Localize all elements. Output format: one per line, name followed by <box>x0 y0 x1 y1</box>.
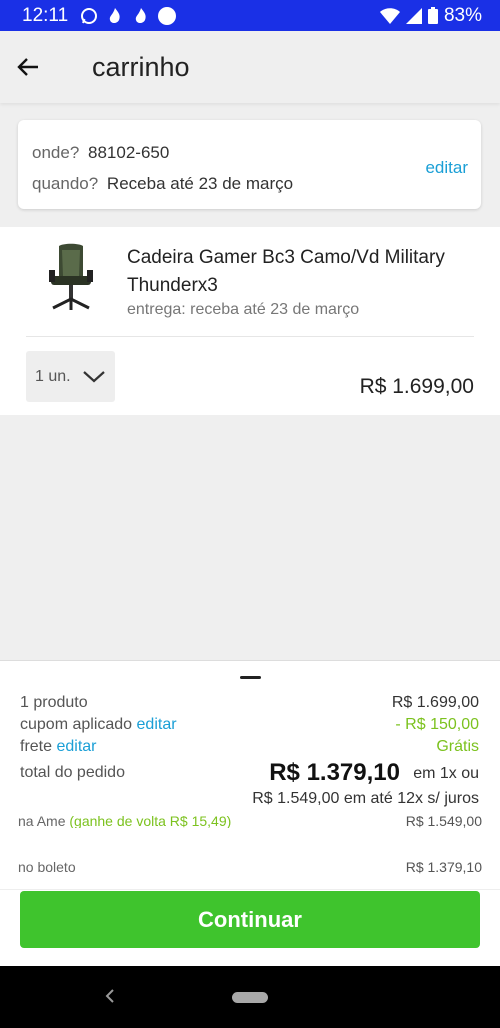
dot-icon <box>158 6 177 25</box>
boleto-value: R$ 1.379,10 <box>405 859 482 875</box>
page-title: carrinho <box>92 51 190 82</box>
chevron-down-icon <box>82 370 105 382</box>
continue-button[interactable]: Continuar <box>20 891 480 948</box>
shipping-row: frete editar <box>20 738 97 756</box>
where-label: onde? <box>32 143 80 162</box>
edit-shipping-link[interactable]: editar <box>56 738 96 755</box>
product-image[interactable] <box>45 242 97 314</box>
summary-divider <box>0 889 500 890</box>
shipping-label: frete <box>20 738 53 755</box>
shipping-value: Grátis <box>436 738 479 755</box>
product-name[interactable]: Cadeira Gamer Bc3 Camo/Vd Military Thund… <box>127 244 467 300</box>
system-nav-bar <box>0 966 500 1028</box>
when-label: quando? <box>32 174 99 193</box>
products-value: R$ 1.699,00 <box>391 694 479 711</box>
flame-icon-2 <box>135 7 146 23</box>
product-price: R$ 1.699,00 <box>359 375 474 398</box>
where-value: 88102-650 <box>88 143 170 162</box>
battery-percent: 83% <box>443 4 482 26</box>
products-count-label: 1 produto <box>20 694 88 711</box>
product-card: Cadeira Gamer Bc3 Camo/Vd Military Thund… <box>0 227 500 415</box>
total-label: total do pedido <box>20 764 125 781</box>
coupon-row: cupom aplicado editar <box>20 716 177 734</box>
order-summary-sheet: 1 produto R$ 1.699,00 cupom aplicado edi… <box>0 660 500 966</box>
nav-home-pill[interactable] <box>232 992 268 1003</box>
product-divider <box>26 336 474 337</box>
product-delivery: entrega: receba até 23 de março <box>127 301 360 318</box>
edit-coupon-link[interactable]: editar <box>137 716 177 733</box>
total-installments: em 1x ou <box>413 765 479 782</box>
status-bar: 12:11 83% <box>0 0 500 31</box>
ame-value: R$ 1.549,00 <box>405 814 482 828</box>
ame-payment-row: na Ame (ganhe de volta R$ 15,49) <box>18 814 231 828</box>
notification-icons <box>80 6 177 25</box>
delivery-when: quando? Receba até 23 de março <box>32 174 293 194</box>
coupon-label: cupom aplicado <box>20 716 133 733</box>
ame-label: na Ame <box>18 814 66 828</box>
whatsapp-icon <box>81 7 98 24</box>
delivery-where: onde? 88102-650 <box>32 143 169 163</box>
total-installment-plan: R$ 1.549,00 em até 12x s/ juros <box>252 790 479 807</box>
flame-icon <box>109 7 120 23</box>
delivery-card: onde? 88102-650 quando? Receba até 23 de… <box>18 120 481 209</box>
back-button[interactable] <box>0 39 56 95</box>
total-value: R$ 1.379,10 <box>269 759 400 786</box>
sheet-drag-handle[interactable] <box>240 676 261 679</box>
edit-delivery-link[interactable]: editar <box>425 158 468 178</box>
coupon-value: - R$ 150,00 <box>395 716 479 733</box>
nav-back-icon[interactable] <box>104 988 116 1004</box>
when-value: Receba até 23 de março <box>106 174 294 193</box>
signal-icon <box>405 7 422 24</box>
quantity-select[interactable]: 1 un. <box>26 351 115 402</box>
quantity-value: 1 un. <box>35 367 71 385</box>
arrow-left-icon <box>17 58 38 76</box>
app-bar: carrinho <box>0 31 500 103</box>
boleto-label: no boleto <box>18 859 76 875</box>
wifi-icon <box>379 7 400 24</box>
battery-icon <box>427 7 438 24</box>
system-icons: 83% <box>379 4 482 27</box>
ame-cashback: (ganhe de volta R$ 15,49) <box>69 814 232 828</box>
status-time: 12:11 <box>22 4 69 26</box>
